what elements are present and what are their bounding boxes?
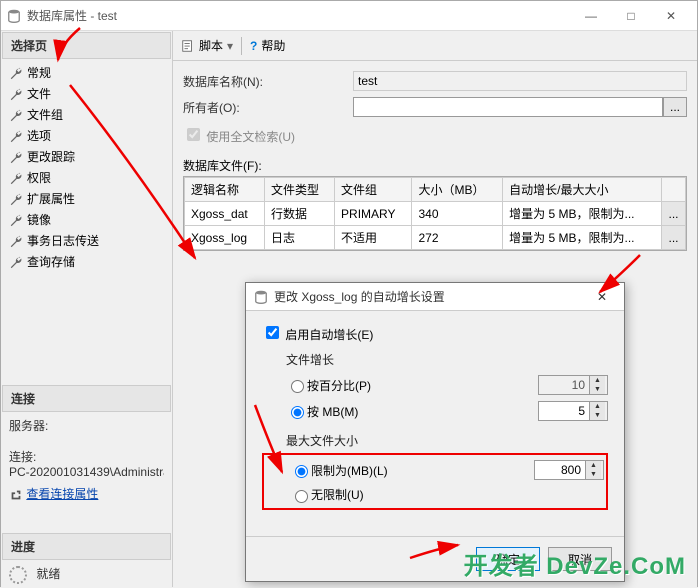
wrench-icon [9, 171, 23, 185]
unlimited-radio[interactable] [295, 490, 308, 503]
server-label: 服务器: [9, 417, 164, 434]
database-icon [7, 9, 21, 23]
watermark: 开发者 DevZe.CoM [464, 546, 686, 581]
page-item-general[interactable]: 常规 [1, 62, 172, 83]
db-name-label: 数据库名称(N): [183, 73, 353, 90]
window-title: 数据库属性 - test [27, 7, 571, 24]
autogrowth-button[interactable]: ... [662, 226, 686, 250]
right-toolbar: 脚本 ▾ ? 帮助 [173, 31, 697, 61]
connection-block: 服务器: 连接: PC-202001031439\Administrat 查看连… [1, 413, 172, 506]
max-size-legend: 最大文件大小 [286, 432, 608, 449]
titlebar: 数据库属性 - test — □ ✕ [1, 1, 697, 31]
progress-block: 就绪 [1, 561, 172, 588]
db-name-input[interactable] [353, 71, 687, 91]
wrench-icon [9, 66, 23, 80]
table-row[interactable]: Xgoss_log日志不适用272增量为 5 MB，限制为...... [185, 226, 686, 250]
help-button[interactable]: 帮助 [261, 37, 285, 54]
limit-mb-radio[interactable] [295, 465, 308, 478]
owner-browse-button[interactable]: ... [663, 97, 687, 117]
files-grid[interactable]: 逻辑名称 文件类型 文件组 大小（MB） 自动增长/最大大小 Xgoss_dat… [183, 176, 687, 251]
minimize-button[interactable]: — [571, 2, 611, 30]
wrench-icon [9, 213, 23, 227]
dialog-close-button[interactable]: ✕ [588, 290, 616, 304]
highlight-box: 限制为(MB)(L) ▲▼ 无限制(U) [262, 453, 608, 510]
files-label: 数据库文件(F): [183, 157, 687, 174]
owner-label: 所有者(O): [183, 99, 353, 116]
page-tree: 常规 文件 文件组 选项 更改跟踪 权限 扩展属性 镜像 事务日志传送 查询存储 [1, 60, 172, 274]
left-pane: 选择页 常规 文件 文件组 选项 更改跟踪 权限 扩展属性 镜像 事务日志传送 … [1, 31, 173, 587]
page-item-mirror[interactable]: 镜像 [1, 209, 172, 230]
autogrowth-button[interactable]: ... [662, 202, 686, 226]
help-icon: ? [250, 39, 257, 53]
wrench-icon [9, 108, 23, 122]
page-item-ct[interactable]: 更改跟踪 [1, 146, 172, 167]
wrench-icon [9, 150, 23, 164]
by-percent-radio[interactable] [291, 380, 304, 393]
percent-spinner[interactable]: ▲▼ [538, 375, 608, 395]
page-item-options[interactable]: 选项 [1, 125, 172, 146]
by-mb-radio[interactable] [291, 406, 304, 419]
select-page-header: 选择页 [2, 32, 171, 59]
page-item-filegroup[interactable]: 文件组 [1, 104, 172, 125]
owner-input[interactable] [353, 97, 663, 117]
wrench-icon [9, 129, 23, 143]
enable-auto-checkbox[interactable]: 启用自动增长(E) [262, 328, 373, 342]
fulltext-checkbox [187, 128, 200, 141]
script-button[interactable]: 脚本 [199, 37, 223, 54]
autogrowth-dialog: 更改 Xgoss_log 的自动增长设置 ✕ 启用自动增长(E) 文件增长 按百… [245, 282, 625, 582]
database-icon [254, 290, 268, 304]
connection-header: 连接 [2, 385, 171, 412]
page-item-perm[interactable]: 权限 [1, 167, 172, 188]
page-item-ext[interactable]: 扩展属性 [1, 188, 172, 209]
view-connection-link[interactable]: 查看连接属性 [26, 487, 98, 501]
limit-spinner[interactable]: ▲▼ [534, 460, 604, 480]
ready-label: 就绪 [36, 567, 60, 581]
maximize-button[interactable]: □ [611, 2, 651, 30]
wrench-icon [9, 192, 23, 206]
close-button[interactable]: ✕ [651, 2, 691, 30]
dialog-title: 更改 Xgoss_log 的自动增长设置 [274, 288, 588, 305]
mb-spinner[interactable]: ▲▼ [538, 401, 608, 421]
spinner-icon [9, 566, 27, 584]
connection-icon [9, 488, 23, 502]
table-row[interactable]: Xgoss_dat行数据PRIMARY340增量为 5 MB，限制为...... [185, 202, 686, 226]
conn-label: 连接: [9, 448, 164, 465]
wrench-icon [9, 255, 23, 269]
page-item-file[interactable]: 文件 [1, 83, 172, 104]
page-item-qs[interactable]: 查询存储 [1, 251, 172, 272]
conn-value: PC-202001031439\Administrat [9, 465, 164, 479]
progress-header: 进度 [2, 533, 171, 560]
fulltext-label: 使用全文检索(U) [206, 130, 295, 144]
wrench-icon [9, 87, 23, 101]
page-item-logship[interactable]: 事务日志传送 [1, 230, 172, 251]
wrench-icon [9, 234, 23, 248]
script-icon [181, 39, 195, 53]
file-growth-legend: 文件增长 [286, 351, 608, 368]
